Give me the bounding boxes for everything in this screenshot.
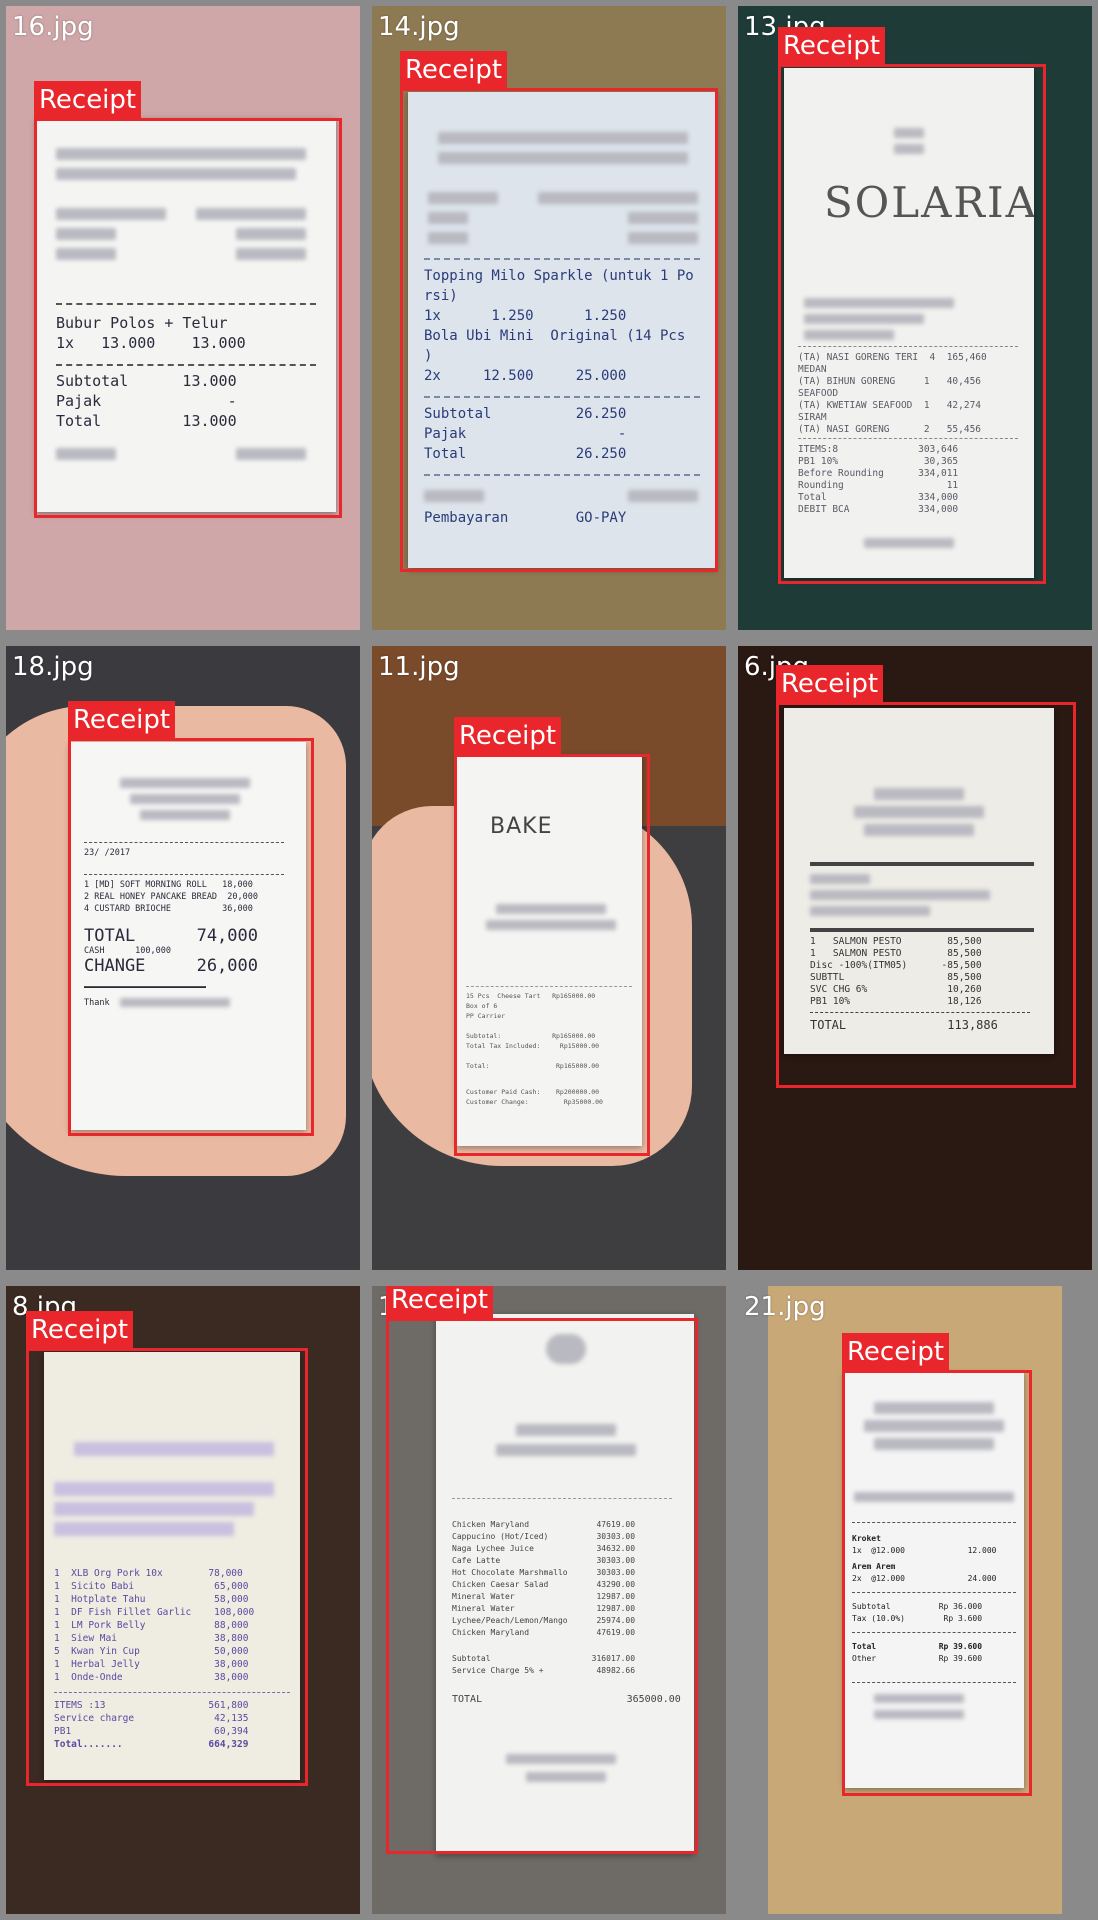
file-name: 16.jpg xyxy=(12,12,94,42)
receipt-bounding-box: Receipt xyxy=(68,701,314,1136)
image-tile-1[interactable]: 1 Chicken Maryland 47619.00 Cappucino (H… xyxy=(372,1286,726,1914)
receipt-label: Receipt xyxy=(776,665,884,703)
receipt-label: Receipt xyxy=(26,1311,134,1349)
receipt-bounding-box: Receipt xyxy=(842,1333,1032,1796)
receipt-bounding-box: Receipt xyxy=(776,665,1076,1088)
receipt-label: Receipt xyxy=(34,81,142,119)
file-name: 18.jpg xyxy=(12,652,94,682)
receipt-bounding-box: Receipt xyxy=(778,27,1046,584)
receipt-label: Receipt xyxy=(778,27,886,65)
image-tile-16[interactable]: 16.jpg Bubur Polos + Telur 1x 13.000 13.… xyxy=(6,6,360,630)
image-tile-11[interactable]: 11.jpg BAKE 15 Pcs Cheese Tart Rp165000.… xyxy=(372,646,726,1270)
file-name: 14.jpg xyxy=(378,12,460,42)
receipt-bounding-box: Receipt xyxy=(386,1286,698,1854)
receipt-label: Receipt xyxy=(400,51,508,89)
receipt-label: Receipt xyxy=(386,1286,494,1319)
image-tile-6[interactable]: 6.jpg 1 SALMON PESTO 85,500 1 SALMON PES… xyxy=(738,646,1092,1270)
receipt-bounding-box: Receipt xyxy=(400,51,718,572)
image-tile-8[interactable]: 8.jpg 1 XLB Org Pork 10x 78,000 1 Sicito… xyxy=(6,1286,360,1914)
receipt-bounding-box: Receipt xyxy=(34,81,342,518)
image-tile-13[interactable]: 13.jpg SOLARIA (TA) NASI GORENG TERI 4 1… xyxy=(738,6,1092,630)
receipt-label: Receipt xyxy=(454,717,562,755)
file-name: 21.jpg xyxy=(744,1292,826,1322)
receipt-label: Receipt xyxy=(842,1333,950,1371)
file-name: 11.jpg xyxy=(378,652,460,682)
receipt-bounding-box: Receipt xyxy=(454,717,650,1156)
image-tile-18[interactable]: 18.jpg 23/ /2017 1 [MD] SOFT MORNING ROL… xyxy=(6,646,360,1270)
receipt-label: Receipt xyxy=(68,701,176,739)
receipt-bounding-box: Receipt xyxy=(26,1311,308,1786)
image-tile-21[interactable]: 21.jpg Kroket 1x @12.000 12.000 Arem Are… xyxy=(738,1286,1092,1914)
image-tile-14[interactable]: 14.jpg Topping Milo Sparkle (untuk 1 Po … xyxy=(372,6,726,630)
